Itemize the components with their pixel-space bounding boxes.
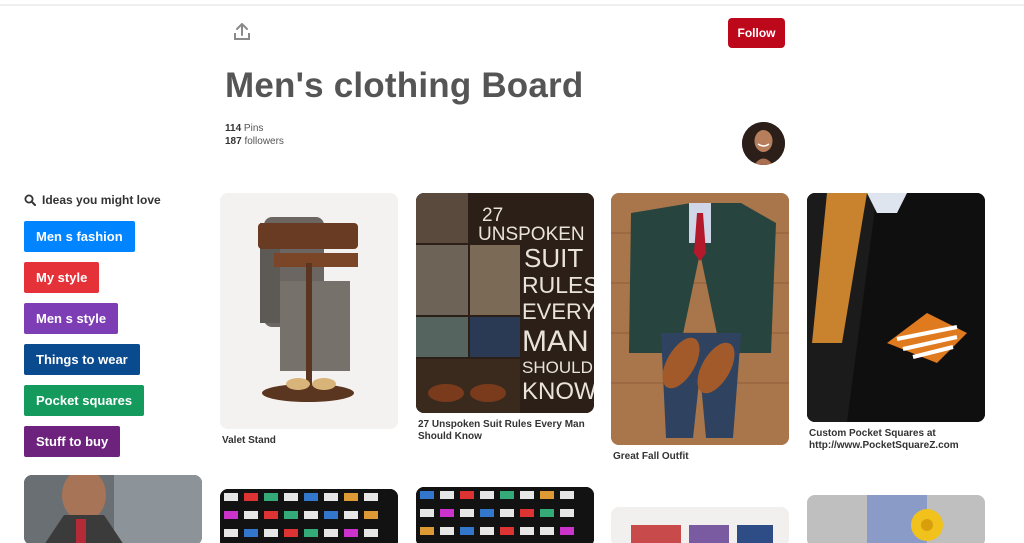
pin-image[interactable] xyxy=(24,475,202,543)
share-icon xyxy=(234,23,250,40)
tag-mens-fashion[interactable]: Men s fashion xyxy=(24,221,135,252)
pins-label: Pins xyxy=(243,123,264,134)
pin-card[interactable] xyxy=(220,489,398,543)
pin-image[interactable] xyxy=(807,495,985,543)
pin-card[interactable] xyxy=(416,487,594,543)
followers-count-row: 187 followers xyxy=(225,135,284,148)
pin-image-text: EVERY xyxy=(522,299,594,324)
pin-image-text: UNSPOKEN xyxy=(478,224,585,245)
followers-count: 187 xyxy=(225,136,242,147)
pin-caption: 27 Unspoken Suit Rules Every Man Should … xyxy=(418,419,585,442)
pin-card[interactable] xyxy=(611,507,789,543)
owner-avatar[interactable] xyxy=(742,122,785,165)
pin-image[interactable] xyxy=(807,193,985,422)
pin-card[interactable] xyxy=(24,475,202,543)
pin-image-text: 27 xyxy=(482,205,503,226)
pin-image-text: KNOW xyxy=(522,378,594,405)
pins-count: 114 xyxy=(225,123,242,134)
share-button[interactable] xyxy=(232,22,252,42)
pin-card[interactable]: Valet Stand xyxy=(220,193,398,447)
pin-image[interactable] xyxy=(416,487,594,543)
ideas-tags: Men s fashion My style Men s style Thing… xyxy=(24,221,145,457)
pin-card[interactable]: 27 UNSPOKEN SUIT RULES EVERY MAN SHOULD … xyxy=(416,193,594,443)
pin-image[interactable] xyxy=(220,489,398,543)
pin-caption: Valet Stand xyxy=(222,435,276,446)
ideas-title: Ideas you might love xyxy=(42,193,161,207)
tag-things-to-wear[interactable]: Things to wear xyxy=(24,344,140,375)
tag-mens-style[interactable]: Men s style xyxy=(24,303,119,334)
pin-image-text: SUIT xyxy=(524,243,583,273)
search-icon xyxy=(24,194,36,206)
pin-card[interactable]: Custom Pocket Squares at http://www.Pock… xyxy=(807,193,985,452)
pin-image-text: RULES xyxy=(522,272,594,298)
follow-button[interactable]: Follow xyxy=(728,18,785,48)
top-divider xyxy=(0,4,1024,6)
pin-image-text: SHOULD xyxy=(522,358,593,377)
tag-pocket-squares[interactable]: Pocket squares xyxy=(24,385,145,416)
tag-stuff-to-buy[interactable]: Stuff to buy xyxy=(24,426,121,457)
pin-card[interactable]: Great Fall Outfit xyxy=(611,193,789,463)
pin-image[interactable] xyxy=(611,193,789,445)
followers-label: followers xyxy=(244,136,284,147)
pin-caption: Custom Pocket Squares at http://www.Pock… xyxy=(809,428,959,451)
board-stats: 114 Pins 187 followers xyxy=(225,122,284,148)
pin-image-text: MAN xyxy=(522,325,589,358)
tag-my-style[interactable]: My style xyxy=(24,262,100,293)
board-title: Men's clothing Board xyxy=(225,66,584,105)
pins-count-row: 114 Pins xyxy=(225,122,284,135)
pin-image[interactable]: 27 UNSPOKEN SUIT RULES EVERY MAN SHOULD … xyxy=(416,193,594,413)
pin-caption: Great Fall Outfit xyxy=(613,451,689,462)
pin-card[interactable] xyxy=(807,495,985,543)
pin-image[interactable] xyxy=(611,507,789,543)
ideas-heading: Ideas you might love xyxy=(24,193,161,207)
pin-image[interactable] xyxy=(220,193,398,429)
